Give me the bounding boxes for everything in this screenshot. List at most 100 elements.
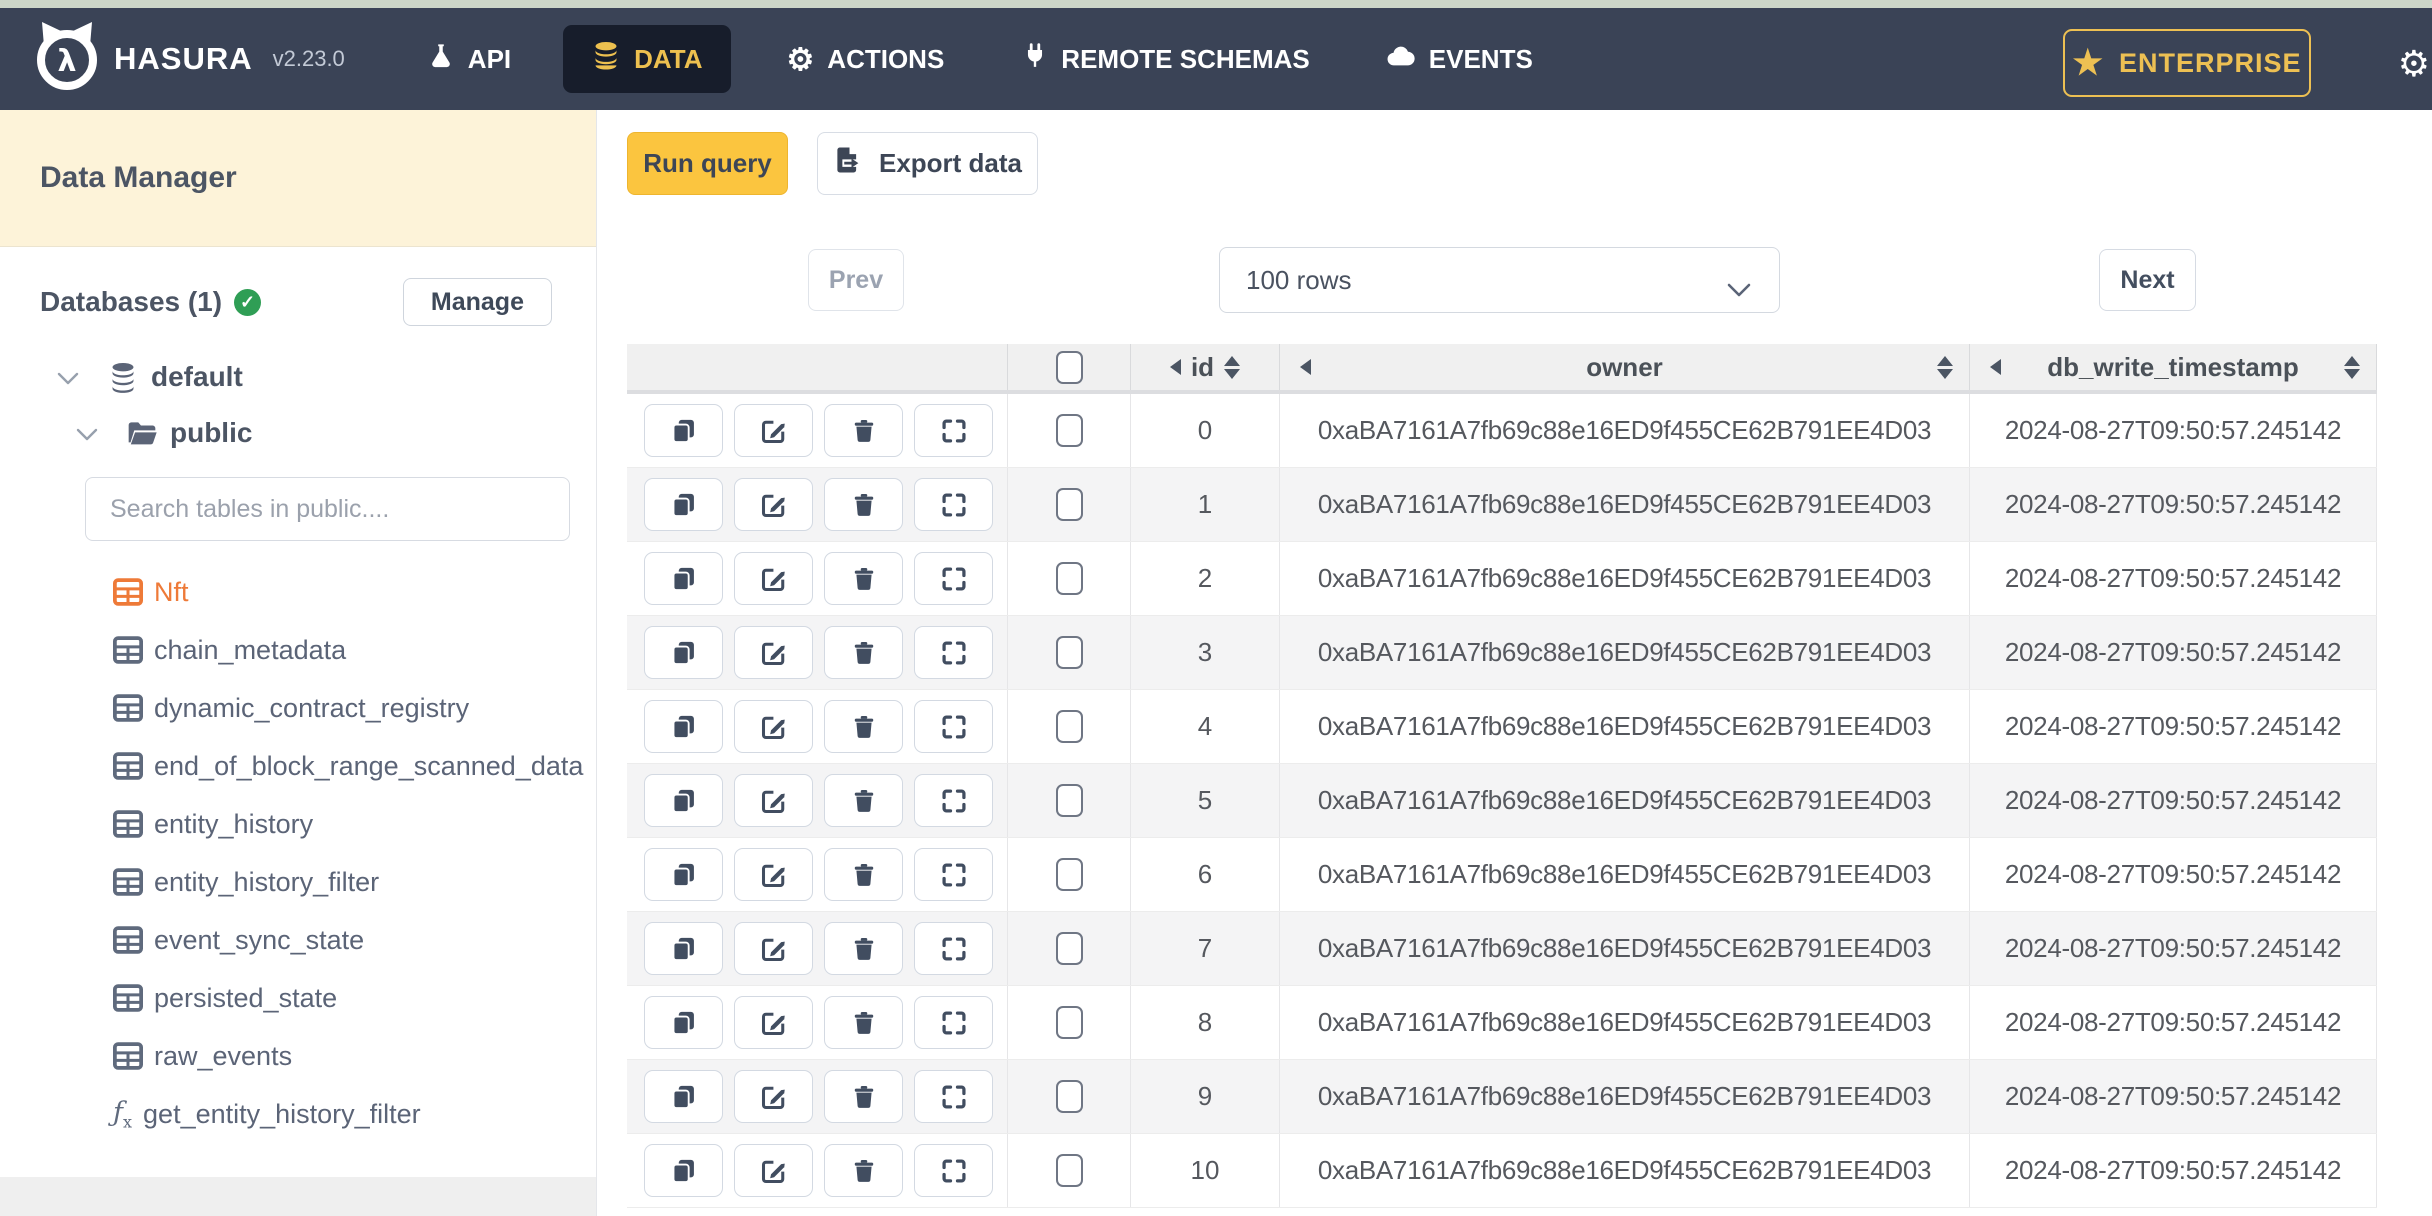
nav-item-events[interactable]: EVENTS <box>1386 44 1533 75</box>
delete-row-button[interactable] <box>824 626 903 679</box>
expand-row-button[interactable] <box>914 404 993 457</box>
nav-item-remote-schemas[interactable]: REMOTE SCHEMAS <box>1022 41 1310 78</box>
enterprise-button[interactable]: ★ ENTERPRISE <box>2063 29 2311 97</box>
expand-row-button[interactable] <box>914 996 993 1049</box>
row-checkbox[interactable] <box>1055 1154 1083 1187</box>
row-checkbox[interactable] <box>1055 562 1083 595</box>
header-timestamp-cell[interactable]: db_write_timestamp <box>1970 344 2377 390</box>
delete-row-button[interactable] <box>824 478 903 531</box>
row-checkbox[interactable] <box>1055 1080 1083 1113</box>
trash-icon <box>854 419 873 442</box>
copy-row-button[interactable] <box>644 848 723 901</box>
tree-node-schema-public[interactable]: public <box>76 417 596 449</box>
edit-row-button[interactable] <box>734 478 813 531</box>
cell-owner: 0xaBA7161A7fb69c88e16ED9f455CE62B791EE4D… <box>1280 1134 1970 1207</box>
row-checkbox[interactable] <box>1055 932 1083 965</box>
copy-row-button[interactable] <box>644 774 723 827</box>
settings-gear-icon[interactable]: ⚙ <box>2398 46 2430 82</box>
sort-icon[interactable] <box>1224 355 1241 379</box>
edit-row-button[interactable] <box>734 626 813 679</box>
delete-row-button[interactable] <box>824 848 903 901</box>
delete-row-button[interactable] <box>824 1070 903 1123</box>
edit-row-button[interactable] <box>734 552 813 605</box>
prev-page-button[interactable]: Prev <box>808 249 904 311</box>
row-checkbox[interactable] <box>1055 858 1083 891</box>
row-checkbox[interactable] <box>1055 414 1083 447</box>
expand-row-button[interactable] <box>914 1070 993 1123</box>
sidebar-footer <box>0 1177 596 1216</box>
expand-row-button[interactable] <box>914 478 993 531</box>
sidebar-item-table[interactable]: chain_metadata <box>0 621 596 679</box>
sort-icon[interactable] <box>1937 355 1953 379</box>
sidebar-item-table[interactable]: entity_history_filter <box>0 853 596 911</box>
manage-button[interactable]: Manage <box>402 278 552 326</box>
chevron-down-icon[interactable] <box>76 417 98 449</box>
chevron-down-icon[interactable] <box>57 361 79 393</box>
next-page-button[interactable]: Next <box>2099 249 2196 311</box>
sidebar-item-table[interactable]: persisted_state <box>0 969 596 1027</box>
delete-row-button[interactable] <box>824 1144 903 1197</box>
select-all-checkbox[interactable] <box>1055 350 1083 384</box>
expand-row-button[interactable] <box>914 848 993 901</box>
collapse-column-icon[interactable] <box>1990 359 2001 375</box>
edit-row-button[interactable] <box>734 774 813 827</box>
sidebar-item-table[interactable]: end_of_block_range_scanned_data <box>0 737 596 795</box>
header-id-cell[interactable]: id <box>1131 344 1280 390</box>
nav-item-api[interactable]: API <box>427 41 511 78</box>
hasura-logo[interactable]: λ HASURA v2.23.0 <box>30 18 345 101</box>
expand-row-button[interactable] <box>914 552 993 605</box>
edit-row-button[interactable] <box>734 922 813 975</box>
row-checkbox[interactable] <box>1055 784 1083 817</box>
row-checkbox[interactable] <box>1055 488 1083 521</box>
expand-row-button[interactable] <box>914 922 993 975</box>
run-query-button[interactable]: Run query <box>627 132 788 195</box>
delete-row-button[interactable] <box>824 996 903 1049</box>
delete-row-button[interactable] <box>824 922 903 975</box>
expand-row-button[interactable] <box>914 1144 993 1197</box>
header-owner-cell[interactable]: owner <box>1280 344 1970 390</box>
expand-row-button[interactable] <box>914 774 993 827</box>
expand-row-button[interactable] <box>914 700 993 753</box>
table-row: 4 0xaBA7161A7fb69c88e16ED9f455CE62B791EE… <box>627 690 2377 764</box>
copy-row-button[interactable] <box>644 552 723 605</box>
delete-row-button[interactable] <box>824 404 903 457</box>
delete-row-button[interactable] <box>824 552 903 605</box>
copy-row-button[interactable] <box>644 626 723 679</box>
sidebar-item-function[interactable]: ƒx get_entity_history_filter <box>0 1085 596 1143</box>
sidebar-item-table[interactable]: dynamic_contract_registry <box>0 679 596 737</box>
edit-row-button[interactable] <box>734 404 813 457</box>
copy-row-button[interactable] <box>644 404 723 457</box>
tree-node-database-default[interactable]: default <box>57 361 596 393</box>
sidebar-item-table[interactable]: raw_events <box>0 1027 596 1085</box>
sidebar-item-table[interactable]: Nft <box>0 563 596 621</box>
delete-row-button[interactable] <box>824 700 903 753</box>
export-data-button[interactable]: Export data <box>817 132 1038 195</box>
copy-row-button[interactable] <box>644 1070 723 1123</box>
copy-row-button[interactable] <box>644 996 723 1049</box>
delete-row-button[interactable] <box>824 774 903 827</box>
row-checkbox[interactable] <box>1055 636 1083 669</box>
table-grid-icon <box>113 1042 143 1070</box>
copy-row-button[interactable] <box>644 478 723 531</box>
sort-icon[interactable] <box>2344 355 2360 379</box>
sidebar-item-table[interactable]: event_sync_state <box>0 911 596 969</box>
collapse-column-icon[interactable] <box>1169 359 1181 375</box>
expand-icon <box>941 788 966 813</box>
search-tables-input[interactable] <box>85 477 570 541</box>
sidebar-item-table[interactable]: entity_history <box>0 795 596 853</box>
copy-row-button[interactable] <box>644 922 723 975</box>
expand-row-button[interactable] <box>914 626 993 679</box>
edit-row-button[interactable] <box>734 996 813 1049</box>
edit-row-button[interactable] <box>734 700 813 753</box>
edit-row-button[interactable] <box>734 848 813 901</box>
collapse-column-icon[interactable] <box>1300 359 1311 375</box>
edit-row-button[interactable] <box>734 1070 813 1123</box>
nav-item-data-active[interactable]: DATA <box>563 25 731 93</box>
edit-row-button[interactable] <box>734 1144 813 1197</box>
row-checkbox[interactable] <box>1055 710 1083 743</box>
row-checkbox[interactable] <box>1055 1006 1083 1039</box>
copy-row-button[interactable] <box>644 700 723 753</box>
copy-row-button[interactable] <box>644 1144 723 1197</box>
nav-item-actions[interactable]: ⚙ ACTIONS <box>787 44 945 75</box>
rows-per-page-select[interactable]: 100 rows <box>1219 247 1780 313</box>
